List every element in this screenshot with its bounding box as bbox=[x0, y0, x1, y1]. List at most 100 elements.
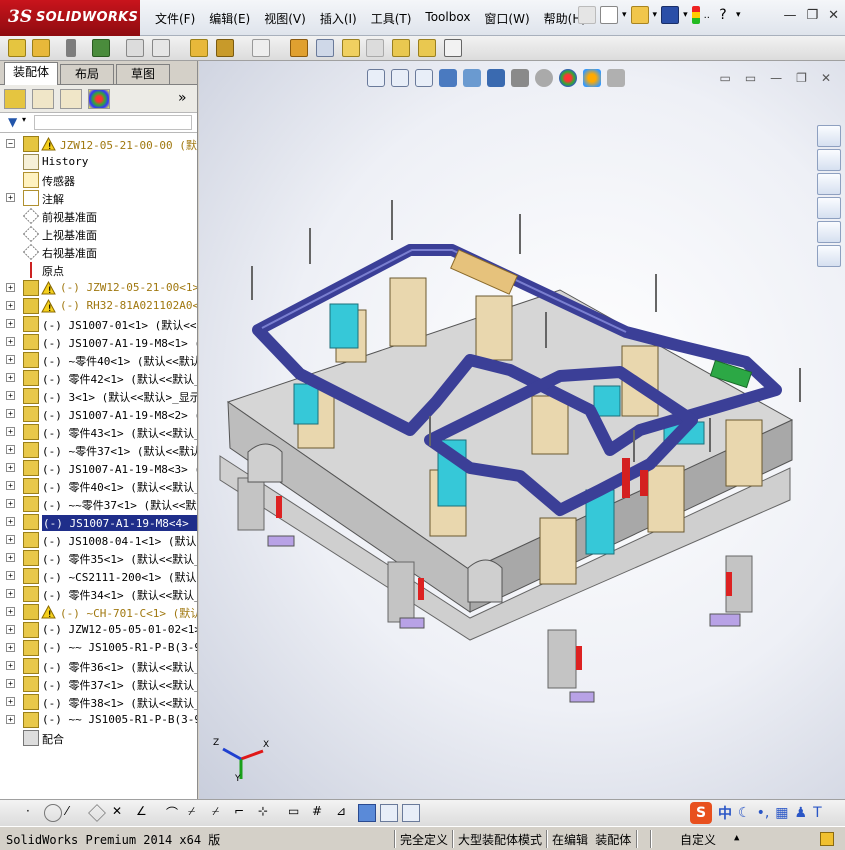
tree-item[interactable]: + 注解 bbox=[0, 189, 197, 207]
sogou-ime-icon[interactable]: S bbox=[690, 802, 712, 824]
feature-manager-tree-icon[interactable] bbox=[4, 89, 26, 109]
four-view-icon[interactable] bbox=[402, 804, 420, 822]
tree-item[interactable]: 传感器 bbox=[0, 171, 197, 189]
expand-toggle-icon[interactable]: + bbox=[6, 463, 15, 472]
menu-edit[interactable]: 编辑(E) bbox=[202, 10, 257, 27]
ruler-icon[interactable]: ▭ bbox=[288, 804, 306, 822]
tree-item[interactable]: + (-) ~CS2111-200<1> (默认< bbox=[0, 567, 197, 585]
new-motion-study-icon[interactable] bbox=[290, 39, 308, 57]
instant3d-icon[interactable] bbox=[444, 39, 462, 57]
tree-item[interactable]: History bbox=[0, 153, 197, 171]
tree-item[interactable]: +! (-) RH32-81A021102A0<1> bbox=[0, 297, 197, 315]
rebuild-traffic-light-icon[interactable] bbox=[691, 6, 700, 24]
expand-toggle-icon[interactable]: + bbox=[6, 319, 15, 328]
expand-toggle-icon[interactable]: + bbox=[6, 373, 15, 382]
menu-tools[interactable]: 工具(T) bbox=[364, 10, 419, 27]
pin-icon[interactable] bbox=[578, 6, 596, 24]
new-dropdown-arrow-icon[interactable]: ▾ bbox=[622, 10, 627, 20]
angle-icon[interactable]: ∠ bbox=[136, 804, 154, 822]
tree-item[interactable]: +! (-) ~CH-701-C<1> (默认< bbox=[0, 603, 197, 621]
grid-icon[interactable]: # bbox=[312, 804, 330, 822]
punctuation-icon[interactable]: •, bbox=[757, 805, 770, 821]
convert-entities-icon[interactable]: ⌿ bbox=[188, 804, 206, 822]
tree-item[interactable]: + (-) ~~零件37<1> (默认<<默认 bbox=[0, 495, 197, 513]
tree-item[interactable]: + (-) JS1007-A1-19-M8<3> (默 bbox=[0, 459, 197, 477]
mate-icon[interactable] bbox=[66, 39, 76, 57]
keyboard-icon[interactable]: ▦ bbox=[775, 805, 788, 821]
tree-item[interactable]: + (-) 零件36<1> (默认<<默认_ bbox=[0, 657, 197, 675]
property-manager-icon[interactable] bbox=[32, 89, 54, 109]
expand-toggle-icon[interactable]: + bbox=[6, 301, 15, 310]
line-icon[interactable]: ⁄ bbox=[66, 804, 84, 822]
moon-icon[interactable]: ☾ bbox=[738, 805, 751, 821]
angle-dim-icon[interactable]: ⊿ bbox=[336, 804, 354, 822]
menu-insert[interactable]: 插入(I) bbox=[313, 10, 364, 27]
exploded-view-icon[interactable] bbox=[342, 39, 360, 57]
save-dropdown-arrow-icon[interactable]: ▾ bbox=[683, 10, 688, 20]
open-dropdown-arrow-icon[interactable]: ▾ bbox=[653, 10, 658, 20]
filter-input[interactable] bbox=[34, 115, 192, 130]
tree-item[interactable]: + (-) ~零件40<1> (默认<<默认 bbox=[0, 351, 197, 369]
single-view-icon[interactable] bbox=[380, 804, 398, 822]
expand-toggle-icon[interactable]: + bbox=[6, 625, 15, 634]
linear-pattern-icon[interactable] bbox=[92, 39, 110, 57]
tree-item[interactable]: 上视基准面 bbox=[0, 225, 197, 243]
expand-toggle-icon[interactable]: + bbox=[6, 697, 15, 706]
tab-layout[interactable]: 布局 bbox=[60, 64, 114, 84]
solidworks-logo[interactable]: 3S SOLIDWORKS bbox=[0, 0, 140, 36]
assembly-model[interactable] bbox=[199, 61, 845, 799]
bill-of-materials-icon[interactable] bbox=[316, 39, 334, 57]
reference-geometry-icon[interactable] bbox=[252, 39, 270, 57]
tree-root-assembly[interactable]: −! JZW12-05-21-00-00 (默认<显 bbox=[0, 135, 197, 153]
expand-toggle-icon[interactable]: + bbox=[6, 571, 15, 580]
expand-toggle-icon[interactable]: + bbox=[6, 499, 15, 508]
tree-item[interactable]: + (-) 零件37<1> (默认<<默认_ bbox=[0, 675, 197, 693]
expand-toggle-icon[interactable]: + bbox=[6, 409, 15, 418]
corner-rectangle-icon[interactable]: ⌐ bbox=[234, 804, 252, 822]
show-hidden-icon[interactable] bbox=[190, 39, 208, 57]
filter-dropdown-arrow-icon[interactable]: ▾ bbox=[22, 115, 26, 124]
tree-item[interactable]: + (-) JS1007-A1-19-M8<4> (默 bbox=[0, 513, 197, 531]
open-folder-icon[interactable] bbox=[630, 6, 649, 24]
expand-toggle-icon[interactable]: + bbox=[6, 391, 15, 400]
display-manager-icon[interactable] bbox=[88, 89, 110, 109]
tree-item[interactable]: + (-) JS1007-A1-19-M8<1> (默 bbox=[0, 333, 197, 351]
offset-entities-icon[interactable]: ⌿ bbox=[212, 804, 230, 822]
minimize-icon[interactable]: — bbox=[783, 8, 796, 23]
point-icon[interactable]: · bbox=[26, 804, 44, 822]
expand-toggle-icon[interactable]: + bbox=[6, 535, 15, 544]
tree-item[interactable]: 配合 bbox=[0, 729, 197, 747]
restore-icon[interactable]: ❐ bbox=[806, 8, 818, 23]
expand-toggle-icon[interactable]: + bbox=[6, 679, 15, 688]
new-part-icon[interactable] bbox=[32, 39, 50, 57]
tree-item[interactable]: + (-) JZW12-05-05-01-02<1> bbox=[0, 621, 197, 639]
close-icon[interactable]: ✕ bbox=[828, 8, 839, 23]
shaded-view-icon[interactable] bbox=[358, 804, 376, 822]
menu-view[interactable]: 视图(V) bbox=[257, 10, 313, 27]
tree-item[interactable]: 右视基准面 bbox=[0, 243, 197, 261]
explode-line-sketch-icon[interactable] bbox=[366, 39, 384, 57]
tree-item[interactable]: + (-) ~~ JS1005-R1-P-B(3-9) bbox=[0, 639, 197, 657]
expand-toggle-icon[interactable]: + bbox=[6, 643, 15, 652]
tree-item[interactable]: + (-) JS1008-04-1<1> (默认< bbox=[0, 531, 197, 549]
tree-item[interactable]: + (-) 零件38<1> (默认<<默认_ bbox=[0, 693, 197, 711]
help-question-icon[interactable]: ? bbox=[714, 6, 732, 24]
assembly-features-icon[interactable] bbox=[216, 39, 234, 57]
new-document-icon[interactable] bbox=[600, 6, 618, 24]
shirt-icon[interactable]: T bbox=[813, 805, 822, 821]
expand-toggle-icon[interactable]: + bbox=[6, 355, 15, 364]
units-dropdown-arrow-icon[interactable]: ▲ bbox=[734, 833, 739, 843]
more-panels-icon[interactable]: » bbox=[178, 90, 187, 106]
tag-icon[interactable] bbox=[820, 832, 834, 846]
tree-item[interactable]: 原点 bbox=[0, 261, 197, 279]
tree-item[interactable]: + (-) 零件42<1> (默认<<默认_ bbox=[0, 369, 197, 387]
ime-chinese-mode[interactable]: 中 bbox=[718, 803, 732, 823]
menu-toolbox[interactable]: Toolbox bbox=[418, 10, 477, 27]
move-component-icon[interactable] bbox=[152, 39, 170, 57]
tree-item[interactable]: + (-) JS1007-01<1> (默认<<默 bbox=[0, 315, 197, 333]
tree-item[interactable]: + (-) 零件35<1> (默认<<默认_ bbox=[0, 549, 197, 567]
tree-item[interactable]: + (-) ~~ JS1005-R1-P-B(3-9) bbox=[0, 711, 197, 729]
expand-toggle-icon[interactable]: + bbox=[6, 661, 15, 670]
expand-toggle-icon[interactable]: − bbox=[6, 139, 15, 148]
status-units[interactable]: 自定义 bbox=[680, 831, 716, 848]
